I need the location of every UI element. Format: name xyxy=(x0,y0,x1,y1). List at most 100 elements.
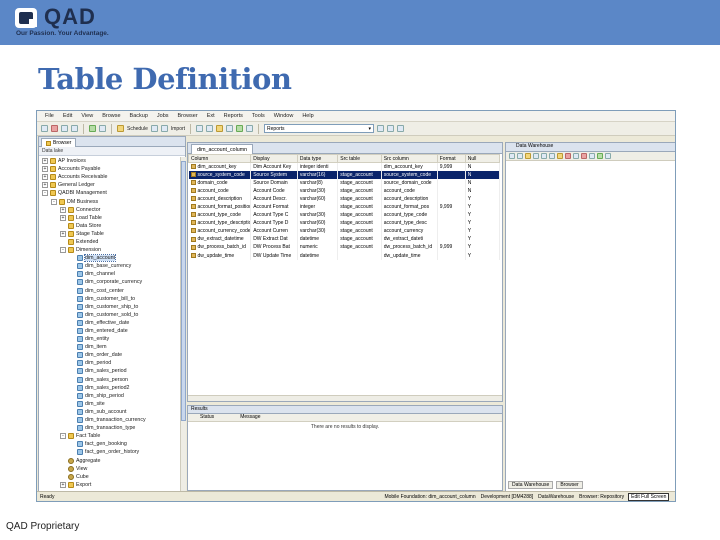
tree-node[interactable]: dim_order_date xyxy=(39,351,179,359)
tree-node[interactable]: fact_gen_order_history xyxy=(39,448,179,456)
table-cell[interactable]: account_type_description xyxy=(188,219,252,228)
table-cell[interactable]: varchar(16) xyxy=(297,170,339,179)
table-cell[interactable]: dw_process_batch_id xyxy=(188,243,252,252)
collapse-icon[interactable]: - xyxy=(42,190,48,197)
expand-icon[interactable]: + xyxy=(60,230,66,237)
tree-node[interactable]: dim_item xyxy=(39,343,179,351)
table-cell[interactable]: stage_account xyxy=(337,211,382,220)
folder-icon[interactable] xyxy=(216,125,224,132)
help-icon[interactable] xyxy=(605,153,611,159)
table-cell[interactable]: varchar(60) xyxy=(297,194,339,203)
tree-scrollbar[interactable] xyxy=(180,157,186,493)
table-cell[interactable]: dw_extract_dateti xyxy=(381,235,438,244)
menu-item-jobs[interactable]: Jobs xyxy=(157,113,169,119)
collapse-icon[interactable]: - xyxy=(51,198,57,205)
table-cell[interactable]: stage_account xyxy=(337,186,382,195)
table-cell[interactable] xyxy=(437,219,466,228)
table-cell[interactable]: varchar(60) xyxy=(297,219,339,228)
table-cell[interactable]: dim_account_key xyxy=(188,162,252,171)
grid-column-header[interactable]: Src column xyxy=(380,154,438,163)
table-cell[interactable]: account_format_position xyxy=(188,202,252,212)
tree-node[interactable]: + Export xyxy=(39,481,179,489)
table-cell[interactable]: Account Curren xyxy=(250,227,298,236)
grid-column-header[interactable]: Data type xyxy=(296,154,339,163)
expand-icon[interactable]: + xyxy=(60,214,66,221)
settings-icon[interactable] xyxy=(387,125,395,132)
tree-node[interactable]: dim_sales_period xyxy=(39,367,179,375)
table-cell[interactable]: 9,999 xyxy=(437,162,466,171)
find-icon[interactable] xyxy=(99,125,106,132)
tree-node[interactable]: dim_transaction_type xyxy=(39,424,179,432)
search-icon[interactable] xyxy=(589,153,595,159)
table-cell[interactable]: DW Update Time xyxy=(250,251,298,260)
tree-node[interactable]: dim_sales_period2 xyxy=(39,384,179,392)
tree-node[interactable]: dim_sales_person xyxy=(39,376,179,384)
tree-node[interactable]: Data Store xyxy=(39,222,179,230)
table-cell[interactable]: Y xyxy=(465,235,501,244)
table-cell[interactable] xyxy=(437,227,466,236)
table-cell[interactable] xyxy=(437,170,466,179)
table-cell[interactable]: source_system_code xyxy=(188,170,252,179)
table-cell[interactable]: source_system_code xyxy=(381,170,438,179)
table-cell[interactable]: varchar(30) xyxy=(297,227,339,236)
table-cell[interactable]: 9,999 xyxy=(437,243,466,252)
table-cell[interactable] xyxy=(437,235,466,244)
tree-node[interactable]: + AP Invoices xyxy=(39,157,179,165)
table-cell[interactable]: Y xyxy=(465,211,501,220)
table-cell[interactable]: stage_account xyxy=(337,170,382,179)
tree-node[interactable]: dim_base_currency xyxy=(39,262,179,270)
delete-icon[interactable] xyxy=(51,125,58,132)
table-cell[interactable]: numeric xyxy=(297,243,339,252)
table-cell[interactable]: N xyxy=(465,170,501,179)
expand-icon[interactable]: + xyxy=(42,158,48,165)
tree-node[interactable]: Extended xyxy=(39,238,179,246)
menu-item-view[interactable]: View xyxy=(81,113,93,119)
properties-icon[interactable] xyxy=(549,153,555,159)
tree-node[interactable]: - Dimension xyxy=(39,246,179,254)
tree-node[interactable]: dim_entity xyxy=(39,335,179,343)
tree-node[interactable]: - QADBI Management xyxy=(39,189,179,197)
table-cell[interactable]: varchar(8) xyxy=(297,178,339,187)
reports-combo[interactable]: Reports ▾ xyxy=(264,124,375,133)
stop-icon[interactable] xyxy=(565,153,571,159)
table-row[interactable]: account_type_code Account Type C varchar(3… xyxy=(188,211,501,220)
tree-node[interactable]: + General Ledger xyxy=(39,181,179,189)
tab-browser-dock[interactable]: Browser xyxy=(556,481,583,489)
menu-item-tools[interactable]: Tools xyxy=(252,113,265,119)
table-row[interactable]: domain_code Source Domain varchar(8) stage_… xyxy=(188,178,501,187)
menu-item-file[interactable]: File xyxy=(45,113,54,119)
table-cell[interactable]: datetime xyxy=(297,251,339,260)
table-row[interactable]: dw_extract_datetime DW Extract Dat datetim… xyxy=(188,235,501,244)
tree-node[interactable]: dim_customer_sold_to xyxy=(39,311,179,319)
table-cell[interactable]: stage_account xyxy=(337,227,382,236)
table-cell[interactable]: Y xyxy=(465,251,501,260)
expand-icon[interactable]: + xyxy=(42,182,48,189)
table-cell[interactable]: domain_code xyxy=(188,178,252,187)
table-row[interactable]: source_system_code Source System varchar(1… xyxy=(188,170,501,179)
table-cell[interactable]: Account Type C xyxy=(250,211,298,220)
table-cell[interactable]: stage_account xyxy=(337,194,382,203)
table-cell[interactable]: Y xyxy=(465,202,501,212)
table-cell[interactable]: datetime xyxy=(297,235,339,244)
lookup-icon[interactable] xyxy=(377,125,385,132)
table-cell[interactable]: 9,999 xyxy=(437,202,466,212)
table-cell[interactable]: account_type_code xyxy=(381,211,438,220)
table-cell[interactable]: dw_process_batch_id xyxy=(381,243,438,252)
tree-node[interactable]: dim_site xyxy=(39,400,179,408)
run-icon[interactable] xyxy=(160,125,168,132)
table-row[interactable]: dw_update_time DW Update Time datetime dw_u… xyxy=(188,251,501,260)
paste-icon[interactable] xyxy=(71,125,78,132)
tree-node[interactable]: dim_channel xyxy=(39,270,179,278)
tree-node[interactable]: + Stage Table xyxy=(39,230,179,238)
tab-dim-account-column[interactable]: dim_account_column xyxy=(191,144,254,154)
menu-item-reports[interactable]: Reports xyxy=(224,113,243,119)
table-cell[interactable] xyxy=(437,211,466,220)
table-cell[interactable]: dw_extract_datetime xyxy=(188,235,252,244)
options-icon[interactable] xyxy=(150,125,158,132)
grid-column-header[interactable]: Column xyxy=(187,154,252,163)
tree-node[interactable]: View xyxy=(39,465,179,473)
tree-node[interactable]: dim_account xyxy=(39,254,179,263)
run-icon[interactable] xyxy=(557,153,563,159)
table-cell[interactable] xyxy=(337,162,382,171)
table-cell[interactable] xyxy=(437,178,466,187)
